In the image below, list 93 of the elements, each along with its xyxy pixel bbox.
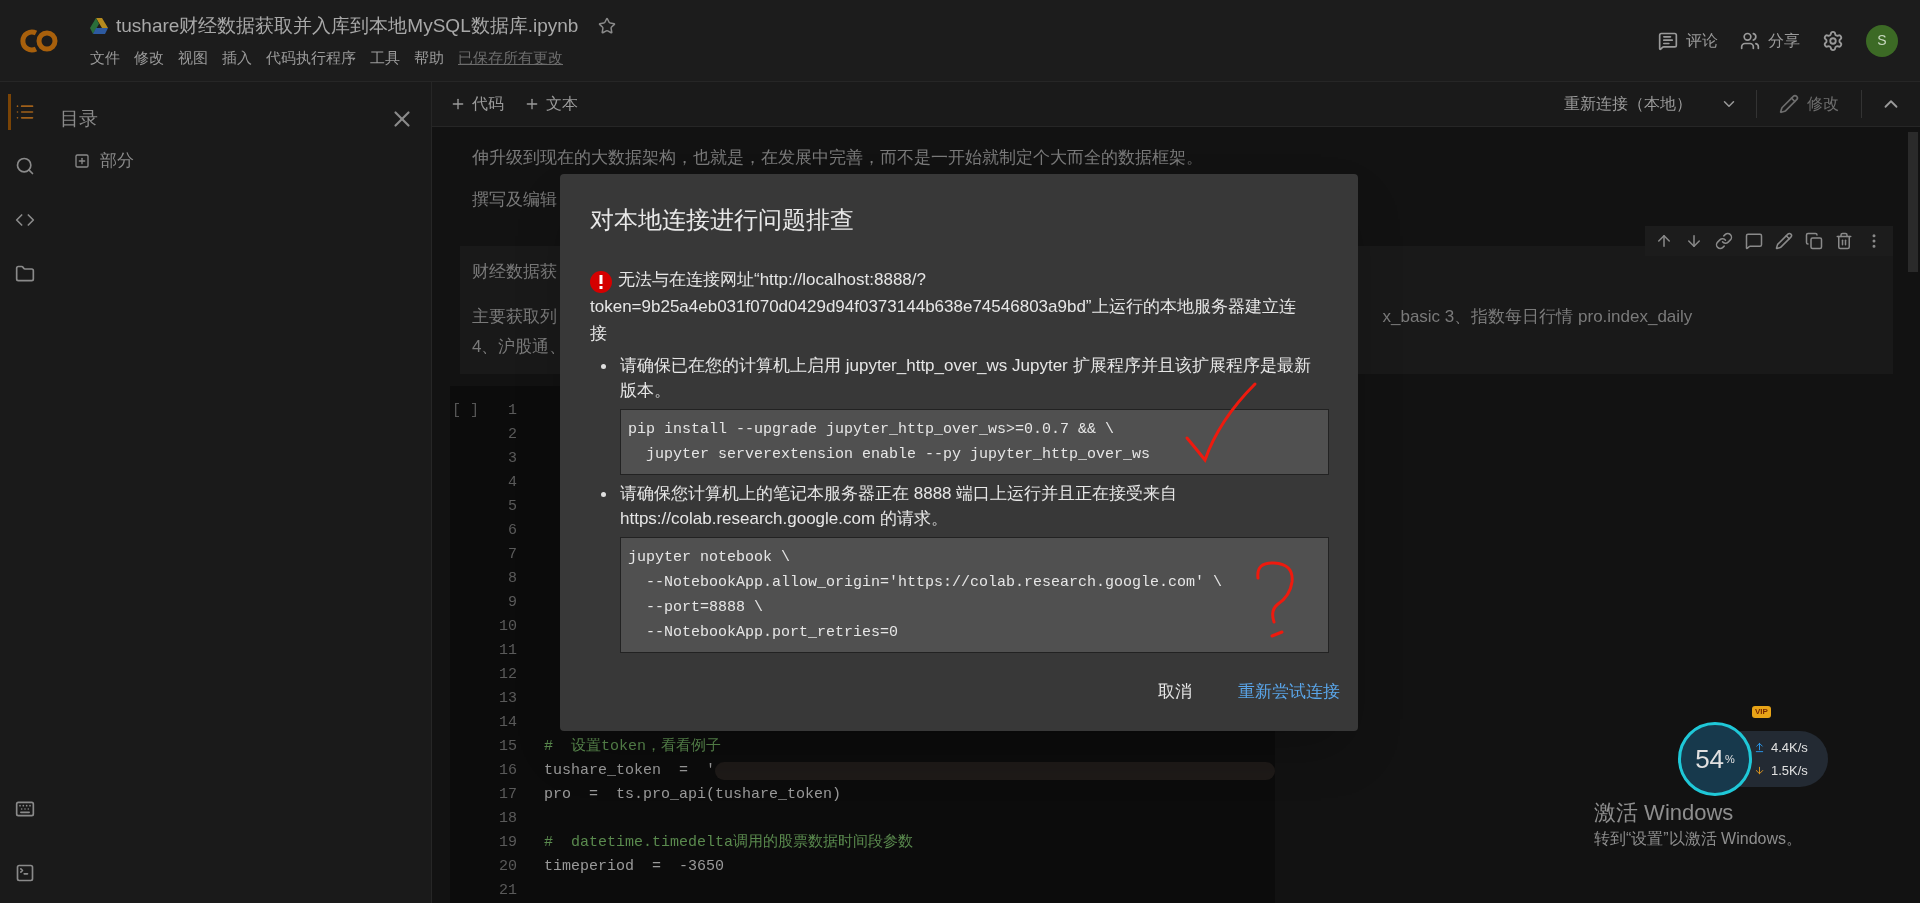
code-line: tushare_token = ' <box>543 760 715 781</box>
menu-item[interactable]: 工具 <box>370 46 400 69</box>
percent-sign: % <box>1725 751 1735 767</box>
menu-item[interactable]: 视图 <box>178 46 208 69</box>
line-number: 8 <box>506 568 517 589</box>
line-number: 20 <box>497 856 517 877</box>
toc-item[interactable]: 部分 <box>50 148 431 174</box>
usage-percent: 54 <box>1695 746 1725 772</box>
toc-icon[interactable] <box>15 102 35 122</box>
line-number: 13 <box>497 688 517 709</box>
connect-button[interactable]: 重新连接（本地） <box>1564 92 1738 116</box>
code-line: pro = ts.pro_api(tushare_token) <box>543 784 842 805</box>
add-cell-button[interactable]: 代码 <box>450 92 504 116</box>
error-icon <box>590 271 612 293</box>
search-icon[interactable] <box>15 156 35 176</box>
upload-speed: 4.4K/s <box>1771 738 1808 757</box>
instruction-text: 请确保您计算机上的笔记本服务器正在 8888 端口上运行并且正在接受来自 https://colab.research.google.com 的请求。 <box>620 483 1179 530</box>
comment-icon <box>1658 30 1678 51</box>
expand-icon[interactable] <box>74 152 90 169</box>
line-number: 12 <box>497 664 517 685</box>
menu-item[interactable]: 插入 <box>222 46 252 69</box>
toc-title: 目录 <box>60 106 98 131</box>
line-number: 10 <box>497 616 517 637</box>
settings-icon[interactable] <box>1822 29 1844 52</box>
edit-button[interactable]: 修改 <box>1757 92 1861 116</box>
bullet-icon <box>601 492 606 497</box>
pencil-icon[interactable] <box>1775 232 1793 250</box>
line-number: 1 <box>506 400 517 421</box>
drive-icon <box>90 18 108 35</box>
dialog-title: 对本地连接进行问题排查 <box>590 205 855 235</box>
comment-button[interactable]: 评论 <box>1658 28 1718 53</box>
comment-icon[interactable] <box>1745 232 1763 250</box>
paragraph: 伸升级到现在的大数据架构，也就是，在发展中完善，而不是一开始就制定个大而全的数据框架。 <box>472 147 1204 169</box>
plus-icon <box>450 96 466 112</box>
delete-icon[interactable] <box>1835 232 1853 250</box>
paragraph: 撰写及编辑 <box>472 189 558 211</box>
people-icon <box>1740 30 1760 51</box>
scrollbar-thumb[interactable] <box>1907 132 1918 272</box>
line-number: 9 <box>506 592 517 613</box>
line-number: 3 <box>506 448 517 469</box>
menu-item[interactable]: 帮助 <box>414 46 444 69</box>
folder-icon[interactable] <box>15 264 35 284</box>
share-button[interactable]: 分享 <box>1740 28 1800 53</box>
paragraph: x_basic 3、指数每日行情 pro.index_daily <box>1382 306 1693 328</box>
star-icon[interactable] <box>598 17 617 36</box>
active-indicator <box>8 94 11 130</box>
activation-subtitle: 转到“设置”以激活 Windows。 <box>1594 829 1802 849</box>
plus-icon <box>524 96 540 112</box>
avatar[interactable]: S <box>1866 24 1898 57</box>
command-block: jupyter notebook \ --NotebookApp.allow_origin='https://colab.research.google.com' \ --port=8888 \ --NotebookApp.port_retries=0 <box>620 537 1329 653</box>
move-up-icon[interactable] <box>1655 232 1673 250</box>
upload-icon <box>1754 741 1765 753</box>
save-status[interactable]: 已保存所有更改 <box>458 46 563 69</box>
bullet-icon <box>601 364 606 369</box>
retry-button[interactable]: 重新尝试连接 <box>1238 679 1340 705</box>
paragraph: 主要获取列 <box>472 306 558 328</box>
code-line: # 设置token，看看例子 <box>543 736 721 757</box>
line-number: 19 <box>497 832 517 853</box>
line-number: 5 <box>506 496 517 517</box>
line-number: 7 <box>506 544 517 565</box>
download-speed: 1.5K/s <box>1771 762 1808 780</box>
instruction-text: 请确保已在您的计算机上启用 jupyter_http_over_ws Jupyter 扩展程序并且该扩展程序是最新版本。 <box>620 355 1312 402</box>
cell-heading: 财经数据获 <box>472 261 557 283</box>
menu-item[interactable]: 文件 <box>90 46 120 69</box>
code-line: timeperiod = -3650 <box>543 856 724 877</box>
error-message: 无法与在连接网址“http://localhost:8888/?token=9b25a4eb031f070d0429d94f0373144b638e74546803a9bd”上运行的本地服务器建立连接 <box>590 269 1297 345</box>
menu-item[interactable]: 修改 <box>134 46 164 69</box>
line-number: 6 <box>506 520 517 541</box>
line-number: 18 <box>497 808 517 829</box>
command-block: pip install --upgrade jupyter_http_over_ws>=0.0.7 && \ jupyter serverextension enable --py jupyter_http_over_ws <box>620 409 1329 475</box>
keyboard-icon[interactable] <box>15 799 35 819</box>
line-number: 2 <box>506 424 517 445</box>
notebook-title[interactable]: tushare财经数据获取并入库到本地MySQL数据库.ipynb <box>116 12 579 41</box>
download-icon <box>1754 765 1765 777</box>
menu-item[interactable]: 代码执行程序 <box>266 46 356 69</box>
line-number: 21 <box>497 880 517 901</box>
vip-badge: VIP <box>1752 706 1771 718</box>
cancel-button[interactable]: 取消 <box>1158 679 1192 705</box>
copy-icon[interactable] <box>1805 232 1823 250</box>
activation-title: 激活 Windows <box>1594 799 1735 827</box>
line-number: 4 <box>506 472 517 493</box>
terminal-icon[interactable] <box>15 863 35 883</box>
line-number: 14 <box>497 712 517 733</box>
paragraph: 4、沪股通、 <box>472 336 567 358</box>
code-line: # datetime.timedelta调用的股票数据时间段参数 <box>543 832 913 853</box>
add-cell-button[interactable]: 文本 <box>524 92 578 116</box>
line-number: 16 <box>497 760 517 781</box>
line-number: 11 <box>497 640 517 661</box>
line-number: 17 <box>497 784 517 805</box>
pencil-icon <box>1779 94 1799 114</box>
link-icon[interactable] <box>1715 232 1733 250</box>
line-number: 15 <box>497 736 517 757</box>
move-down-icon[interactable] <box>1685 232 1703 250</box>
